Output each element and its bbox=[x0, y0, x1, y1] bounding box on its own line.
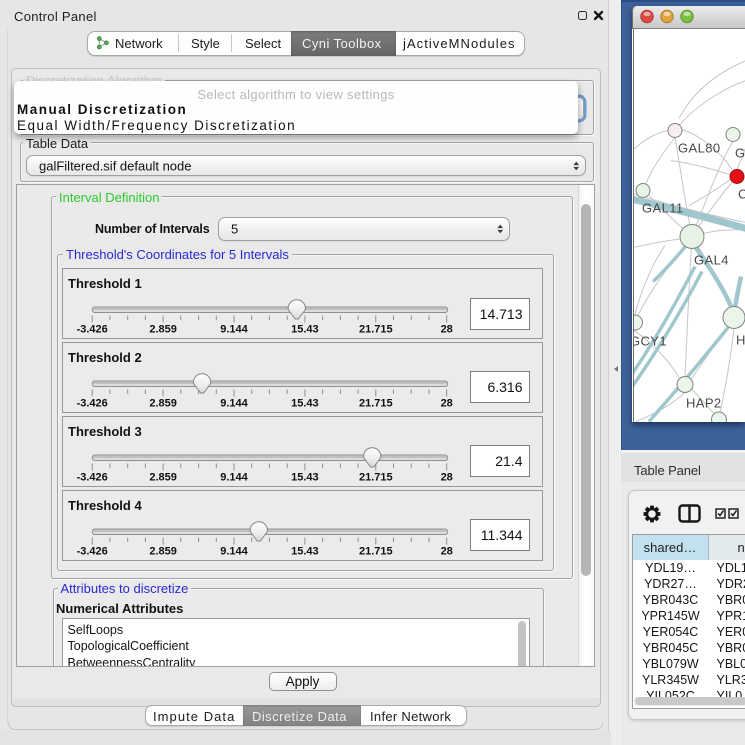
svg-text:9.144: 9.144 bbox=[220, 324, 248, 336]
svg-text:-3.426: -3.426 bbox=[76, 471, 107, 483]
svg-text:21.715: 21.715 bbox=[358, 397, 392, 409]
svg-text:9.144: 9.144 bbox=[220, 545, 248, 557]
svg-text:2.859: 2.859 bbox=[149, 471, 177, 483]
svg-text:-3.426: -3.426 bbox=[76, 545, 107, 557]
svg-text:15.43: 15.43 bbox=[291, 471, 319, 483]
svg-text:28: 28 bbox=[440, 471, 452, 483]
svg-text:21.715: 21.715 bbox=[358, 324, 392, 336]
svg-text:-3.426: -3.426 bbox=[76, 397, 107, 409]
svg-text:2.859: 2.859 bbox=[149, 397, 177, 409]
svg-text:15.43: 15.43 bbox=[291, 545, 319, 557]
svg-text:GAL11: GAL11 bbox=[642, 200, 684, 215]
svg-text:15.43: 15.43 bbox=[291, 397, 319, 409]
svg-text:GCY1: GCY1 bbox=[634, 333, 667, 348]
svg-text:9.144: 9.144 bbox=[220, 397, 248, 409]
svg-text:28: 28 bbox=[440, 324, 452, 336]
svg-text:15.43: 15.43 bbox=[291, 324, 319, 336]
svg-text:2.859: 2.859 bbox=[149, 545, 177, 557]
svg-text:28: 28 bbox=[440, 397, 452, 409]
svg-text:GAL4: GAL4 bbox=[694, 252, 729, 267]
svg-text:H: H bbox=[736, 332, 745, 347]
svg-text:21.715: 21.715 bbox=[358, 545, 392, 557]
svg-text:2.859: 2.859 bbox=[149, 324, 177, 336]
svg-text:-3.426: -3.426 bbox=[76, 324, 107, 336]
svg-text:CY: CY bbox=[738, 186, 745, 201]
svg-text:HAP2: HAP2 bbox=[686, 395, 722, 410]
svg-text:GAL80: GAL80 bbox=[678, 140, 720, 155]
svg-text:21.715: 21.715 bbox=[358, 471, 392, 483]
svg-text:9.144: 9.144 bbox=[220, 471, 248, 483]
svg-text:GA: GA bbox=[735, 145, 745, 160]
svg-text:28: 28 bbox=[440, 545, 452, 557]
